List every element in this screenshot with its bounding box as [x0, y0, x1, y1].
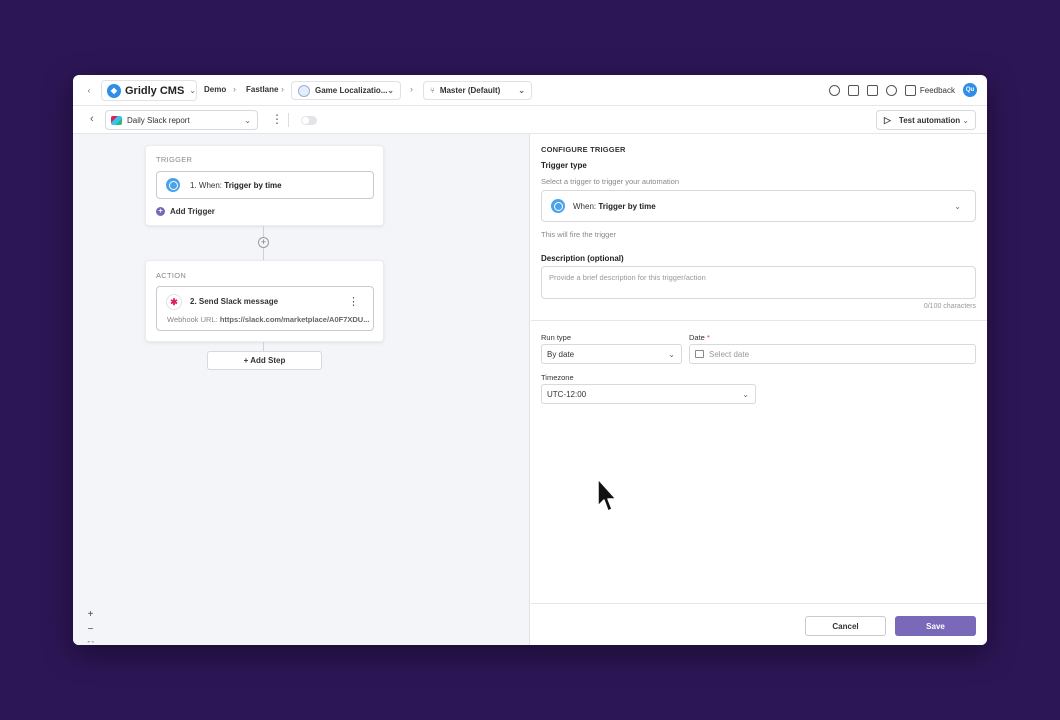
chevron-down-icon: ⌄ [668, 349, 675, 359]
automation-name: Daily Slack report [127, 115, 190, 125]
run-type-value: By date [547, 349, 575, 359]
project-name: Game Localizatio... [315, 86, 388, 95]
more-options-icon[interactable]: ⋮ [271, 113, 283, 125]
action-node[interactable]: ✱ 2. Send Slack message ⋮ Webhook URL: h… [156, 286, 374, 331]
date-label: Date * [689, 333, 710, 342]
panel-title: CONFIGURE TRIGGER [541, 145, 626, 154]
configure-trigger-panel: CONFIGURE TRIGGER Trigger type Select a … [531, 134, 987, 645]
integrations-icon[interactable] [866, 84, 878, 96]
automation-toggle[interactable] [301, 116, 317, 125]
more-options-icon[interactable]: ⋮ [348, 295, 359, 308]
chevron-right-icon: › [410, 84, 413, 94]
bell-icon[interactable] [885, 84, 897, 96]
trigger-card: TRIGGER 1. When: Trigger by time + Add T… [145, 145, 384, 226]
chevron-down-icon: ⌄ [387, 86, 394, 95]
fit-view-icon[interactable]: ⛶ [84, 638, 97, 645]
top-navigation: ‹ ◆ Gridly CMS ⌄ Demo › Fastlane › Game … [73, 75, 987, 106]
panel-footer: Cancel Save [531, 603, 987, 645]
insert-step-icon[interactable]: + [258, 237, 269, 248]
cancel-button[interactable]: Cancel [805, 616, 886, 636]
plus-icon: + [156, 207, 165, 216]
branch-icon: ⑂ [430, 86, 435, 95]
trigger-node-text: 1. When: Trigger by time [190, 180, 282, 190]
character-counter: 0/100 characters [923, 303, 976, 310]
nav-icon-group: Feedback Qu [828, 83, 977, 97]
branch-name: Master (Default) [439, 86, 501, 95]
chevron-down-icon: ⌄ [244, 115, 251, 125]
play-icon: ▷ [884, 114, 891, 125]
mouse-cursor-icon [597, 478, 617, 512]
test-automation-label: Test automation [898, 115, 961, 125]
app-switcher[interactable]: ◆ Gridly CMS ⌄ [101, 80, 197, 101]
add-step-button[interactable]: + Add Step [207, 351, 322, 370]
project-select[interactable]: Game Localizatio... ⌄ [291, 81, 401, 100]
add-trigger-label: Add Trigger [170, 207, 215, 216]
action-section-label: ACTION [156, 271, 187, 280]
chevron-right-icon: › [233, 84, 236, 94]
zoom-in-icon[interactable]: + [84, 608, 97, 621]
app-name: Gridly CMS [125, 84, 185, 97]
back-arrow-icon[interactable]: ‹ [90, 113, 94, 125]
chevron-down-icon: ⌄ [962, 115, 969, 125]
branch-select[interactable]: ⑂ Master (Default) ⌄ [423, 81, 532, 100]
clock-icon [551, 199, 565, 213]
automation-select[interactable]: Daily Slack report ⌄ [105, 110, 258, 130]
nav-back-icon[interactable]: ‹ [83, 84, 95, 96]
divider [531, 320, 987, 321]
slack-icon [111, 115, 122, 125]
chevron-down-icon: ⌄ [518, 86, 525, 95]
breadcrumb-fastlane[interactable]: Fastlane [246, 85, 278, 94]
trigger-type-label: Trigger type [541, 161, 587, 170]
date-picker[interactable]: Select date [689, 344, 976, 364]
action-title: 2. Send Slack message [190, 297, 279, 306]
automation-toolbar: ‹ Daily Slack report ⌄ ⋮ ▷ Test automati… [73, 106, 987, 134]
globe-icon [298, 84, 310, 97]
timezone-label: Timezone [541, 373, 574, 382]
run-type-select[interactable]: By date ⌄ [541, 344, 682, 364]
chevron-down-icon: ⌄ [189, 86, 196, 95]
description-label: Description (optional) [541, 254, 624, 263]
avatar[interactable]: Qu [963, 83, 977, 97]
trigger-section-label: TRIGGER [156, 155, 193, 164]
app-window: ‹ ◆ Gridly CMS ⌄ Demo › Fastlane › Game … [73, 75, 987, 645]
fire-note: This will fire the trigger [541, 230, 617, 239]
description-field[interactable]: Provide a brief description for this tri… [541, 266, 976, 299]
calendar-icon [695, 350, 704, 358]
layout-icon[interactable] [847, 84, 859, 96]
clock-icon [166, 178, 180, 192]
slack-icon: ✱ [166, 294, 182, 310]
chevron-down-icon: ⌄ [954, 201, 961, 211]
webhook-url: Webhook URL: https://slack.com/marketpla… [167, 315, 370, 324]
connector-line [263, 226, 264, 237]
feedback-button[interactable]: Feedback [904, 84, 955, 96]
breadcrumb-demo[interactable]: Demo [204, 85, 226, 94]
run-type-label: Run type [541, 333, 572, 342]
timezone-value: UTC-12:00 [547, 389, 587, 399]
feedback-icon [904, 84, 916, 96]
zoom-out-icon[interactable]: − [84, 623, 97, 636]
timezone-select[interactable]: UTC-12:00 ⌄ [541, 384, 756, 404]
connector-line [263, 248, 264, 260]
chevron-down-icon: ⌄ [742, 389, 749, 399]
trigger-type-value: When: Trigger by time [573, 201, 656, 211]
trigger-type-hint: Select a trigger to trigger your automat… [541, 177, 679, 186]
add-trigger-button[interactable]: + Add Trigger [156, 207, 215, 216]
save-button[interactable]: Save [895, 616, 976, 636]
action-card: ACTION ✱ 2. Send Slack message ⋮ Webhook… [145, 260, 384, 342]
gridly-logo-icon: ◆ [107, 83, 121, 98]
divider [288, 113, 289, 127]
chevron-right-icon: › [281, 84, 284, 94]
test-automation-button[interactable]: ▷ Test automation ⌄ [876, 110, 976, 130]
date-placeholder: Select date [709, 349, 750, 359]
feedback-label: Feedback [919, 85, 955, 95]
history-icon[interactable] [828, 84, 840, 96]
workflow-canvas[interactable]: TRIGGER 1. When: Trigger by time + Add T… [73, 134, 530, 645]
connector-line [263, 342, 264, 351]
trigger-type-select[interactable]: When: Trigger by time ⌄ [541, 190, 976, 222]
trigger-node[interactable]: 1. When: Trigger by time [156, 171, 374, 199]
